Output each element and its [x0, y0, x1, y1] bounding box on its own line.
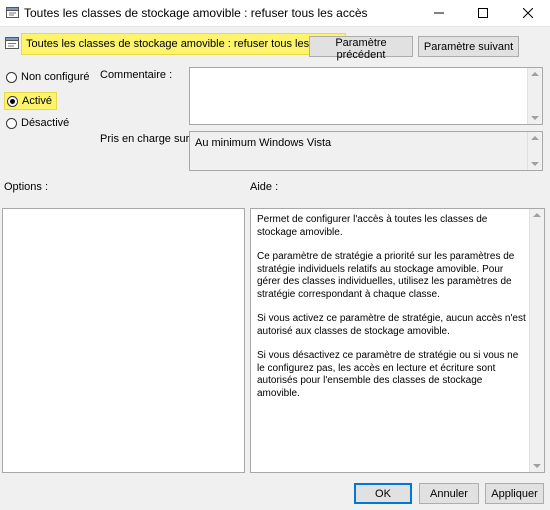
help-pane[interactable]: Permet de configurer l'accès à toutes le… [250, 208, 545, 473]
radio-not-configured[interactable]: Non configuré [6, 71, 90, 83]
scroll-down-icon[interactable] [531, 162, 539, 166]
next-setting-button[interactable]: Paramètre suivant [418, 36, 519, 57]
radio-disabled[interactable]: Désactivé [6, 117, 69, 129]
radio-label: Activé [22, 95, 52, 107]
maximize-icon [478, 8, 488, 18]
radio-enabled[interactable]: Activé [4, 92, 57, 110]
policy-icon [6, 7, 19, 18]
comment-scrollbar[interactable] [527, 68, 542, 124]
scroll-down-icon[interactable] [533, 464, 541, 468]
scroll-up-icon[interactable] [533, 213, 541, 217]
supported-on-field: Au minimum Windows Vista [189, 131, 543, 171]
options-pane[interactable] [2, 208, 245, 473]
help-paragraph: Permet de configurer l'accès à toutes le… [257, 214, 488, 238]
close-button[interactable] [506, 0, 550, 26]
minimize-button[interactable] [417, 0, 461, 26]
help-label: Aide : [250, 181, 279, 193]
help-paragraph: Ce paramètre de stratégie a priorité sur… [257, 251, 515, 300]
minimize-icon [434, 12, 444, 14]
title-bar: Toutes les classes de stockage amovible … [0, 0, 550, 27]
previous-setting-button[interactable]: Paramètre précédent [309, 36, 413, 61]
scroll-down-icon[interactable] [531, 116, 539, 120]
cancel-button[interactable]: Annuler [419, 483, 479, 504]
comment-label: Commentaire : [100, 69, 173, 81]
radio-button[interactable] [6, 117, 17, 129]
apply-button[interactable]: Appliquer [485, 483, 544, 504]
radio-button-checked[interactable] [7, 95, 18, 107]
radio-label: Non configuré [21, 71, 90, 83]
setting-name: Toutes les classes de stockage amovible … [21, 33, 346, 55]
help-scrollbar[interactable] [529, 209, 544, 472]
help-paragraph: Si vous désactivez ce paramètre de strat… [257, 350, 519, 399]
setting-icon [5, 37, 19, 49]
radio-button[interactable] [6, 71, 17, 83]
supported-on-value: Au minimum Windows Vista [195, 137, 332, 149]
close-icon [523, 8, 533, 18]
supported-scrollbar[interactable] [527, 132, 542, 170]
window-title: Toutes les classes de stockage amovible … [24, 6, 368, 20]
comment-textarea[interactable] [189, 67, 543, 125]
scroll-up-icon[interactable] [531, 136, 539, 140]
scroll-up-icon[interactable] [531, 72, 539, 76]
options-label: Options : [4, 181, 49, 193]
help-text: Permet de configurer l'accès à toutes le… [257, 214, 526, 412]
radio-label: Désactivé [21, 117, 70, 129]
maximize-button[interactable] [461, 0, 505, 26]
ok-button[interactable]: OK [354, 483, 412, 504]
help-paragraph: Si vous activez ce paramètre de stratégi… [257, 313, 526, 337]
supported-on-label: Pris en charge sur : [100, 133, 196, 145]
